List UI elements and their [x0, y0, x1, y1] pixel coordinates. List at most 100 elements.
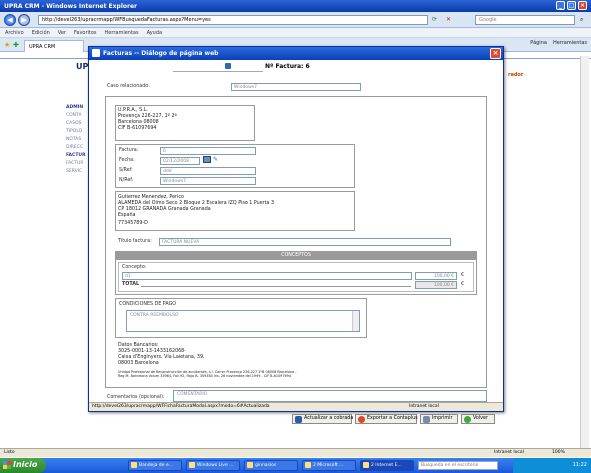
printer-icon	[423, 416, 430, 423]
maximize-button[interactable]: □	[567, 1, 576, 10]
app-icon	[131, 462, 137, 468]
fecha-input[interactable]: 02/12/2008	[160, 157, 200, 165]
modal-dialog: Facturas -- Diálogo de página web × Nº F…	[88, 46, 504, 412]
dialog-title-bar: Facturas -- Diálogo de página web ×	[89, 47, 503, 60]
condiciones-box: CONDICIONES DE PAGO CONTRA REEMBOLSO	[115, 298, 367, 338]
start-button[interactable]: Inicio	[0, 458, 46, 473]
client-box: Gutierrez Menendez, Perico ALAMEDA del O…	[115, 191, 355, 231]
exportar-contaplus-button[interactable]: Exportar a Contaplus	[355, 414, 418, 424]
invoice-number: Nº Factura: 6	[265, 63, 310, 70]
textarea-scrollbar[interactable]	[352, 311, 359, 331]
actualizar-cobrada-button[interactable]: Actualizar a cobrada	[292, 414, 353, 424]
concepto-input[interactable]: d1	[122, 272, 412, 280]
taskbar-item[interactable]: Bandeja de e...	[128, 460, 182, 471]
add-favorite-icon[interactable]: ✚	[13, 41, 19, 49]
search-icon[interactable]: ⌕	[580, 16, 583, 24]
total-amount: 100,00 €	[415, 281, 457, 289]
nref-input[interactable]: Windows7	[160, 177, 256, 185]
taskbar-item[interactable]: 2 Internet E...	[360, 460, 414, 471]
total-label: TOTAL	[122, 282, 140, 287]
factura-input[interactable]: 6	[160, 147, 256, 155]
menu-archivo[interactable]: Archivo	[5, 30, 24, 36]
calendar-icon[interactable]	[203, 156, 211, 163]
refresh-icon[interactable]: ⟳	[432, 16, 437, 23]
logo: UP	[76, 62, 89, 71]
condiciones-textarea[interactable]: CONTRA REEMBOLSO	[126, 310, 360, 332]
caso-label: Caso relacionado:	[107, 84, 150, 89]
comentarios-textarea[interactable]: COMENTARIO	[173, 390, 487, 402]
desktop-search-input[interactable]: Busqueda en el escritorio	[418, 461, 498, 470]
status-zone: Intranet local	[494, 450, 524, 455]
dialog-status-url: http://devel263/upracrmapp/WFFichaFactur…	[92, 404, 270, 409]
company-cif: CIF B-61097694	[118, 126, 157, 131]
total-line	[141, 286, 411, 287]
volver-button[interactable]: Volver	[461, 414, 495, 424]
invoice-fields-box: Factura: 6 Fecha: 02/12/2008 ✎ S/Ref: dd…	[115, 144, 355, 188]
dialog-title: Facturas -- Diálogo de página web	[103, 50, 219, 57]
conceptos-inner: Concepto: d1 100,00 € € TOTAL 100,00 € €	[118, 262, 474, 292]
clock[interactable]: 11:22	[573, 462, 587, 468]
stop-icon[interactable]: ✕	[446, 16, 451, 23]
browser-title-bar: UPRA CRM - Windows Internet Explorer _ □…	[0, 0, 591, 12]
fecha-label: Fecha:	[119, 158, 135, 163]
brand-text: rador	[508, 72, 524, 78]
conceptos-box: CONCEPTOS Concepto: d1 100,00 € € TOTAL …	[115, 251, 477, 295]
divider	[173, 71, 263, 72]
windows-logo-icon	[3, 461, 11, 469]
back-button[interactable]: ◀	[4, 14, 16, 26]
dialog-body: Nº Factura: 6 Caso relacionado: Windows7…	[89, 60, 503, 402]
favorites-star-icon[interactable]: ★	[4, 41, 10, 49]
taskbar: Inicio Bandeja de e... Windows Live ... …	[0, 458, 591, 473]
company-box: U.P.R.A., S.L. Provença 226-227, 1º 2ª B…	[115, 105, 255, 141]
page-menu[interactable]: Página	[530, 40, 547, 46]
sref-input[interactable]: ddd	[160, 167, 256, 175]
search-input[interactable]: Google	[475, 15, 575, 25]
sref-label: S/Ref:	[119, 168, 133, 173]
zoom-level[interactable]: 100%	[552, 450, 565, 455]
save-icon	[295, 416, 302, 423]
menu-ver[interactable]: Ver	[58, 30, 66, 36]
euro-symbol: €	[461, 273, 465, 278]
forward-button[interactable]: ▶	[18, 14, 30, 26]
nref-label: N/Ref:	[119, 178, 134, 183]
menu-favoritos[interactable]: Favoritos	[74, 30, 97, 36]
tools-menu[interactable]: Herramientas	[553, 40, 587, 46]
concepto-label: Concepto:	[122, 265, 147, 270]
app-icon	[363, 462, 369, 468]
back-arrow-icon	[464, 416, 471, 423]
condiciones-label: CONDICIONES DE PAGO	[119, 302, 177, 307]
app-icon	[247, 462, 253, 468]
menu-herramientas[interactable]: Herramientas	[105, 30, 139, 36]
conceptos-header: CONCEPTOS	[116, 252, 476, 260]
caso-input[interactable]: Windows7	[231, 83, 361, 91]
system-tray: 11:22	[513, 458, 591, 473]
app-icon	[305, 462, 311, 468]
titulo-input[interactable]: FACTURA NUEVA	[159, 238, 451, 246]
menu-bar: Archivo Edición Ver Favoritos Herramient…	[0, 28, 591, 38]
taskbar-item[interactable]: ginnasios	[244, 460, 298, 471]
concepto-amount[interactable]: 100,00 €	[415, 272, 457, 280]
tab-upra-crm[interactable]: UPRA CRM	[24, 40, 84, 52]
address-input[interactable]: http://devel263/upracrmapp/WFBusquedaFac…	[38, 15, 428, 25]
minimize-button[interactable]: _	[556, 1, 565, 10]
export-icon	[358, 416, 365, 423]
dialog-status-bar: http://devel263/upracrmapp/WFFichaFactur…	[89, 402, 503, 411]
pencil-icon[interactable]: ✎	[213, 156, 218, 163]
titulo-label: Título factura:	[118, 239, 152, 244]
taskbar-item[interactable]: 2 Microsoft ...	[302, 460, 356, 471]
browser-status-bar: Listo Intranet local 100%	[0, 448, 591, 457]
page-scrollbar[interactable]	[580, 56, 589, 454]
factura-label: Factura:	[119, 148, 139, 153]
bank-city: 08003 Barcelona	[118, 361, 159, 366]
imprimir-button[interactable]: Imprimir	[420, 414, 458, 424]
taskbar-item[interactable]: Windows Live ...	[186, 460, 240, 471]
legal-line-2: Reg M. Barcelona Volum 33964, Foli 92, H…	[118, 374, 291, 378]
dialog-close-button[interactable]: ×	[490, 48, 501, 59]
menu-ayuda[interactable]: Ayuda	[147, 30, 162, 36]
menu-edicion[interactable]: Edición	[32, 30, 50, 36]
pin-icon	[225, 63, 231, 69]
client-nif: 77345789-D	[118, 221, 148, 226]
close-window-button[interactable]: ×	[578, 1, 587, 10]
dialog-app-icon	[92, 49, 100, 57]
euro-symbol: €	[461, 282, 465, 287]
